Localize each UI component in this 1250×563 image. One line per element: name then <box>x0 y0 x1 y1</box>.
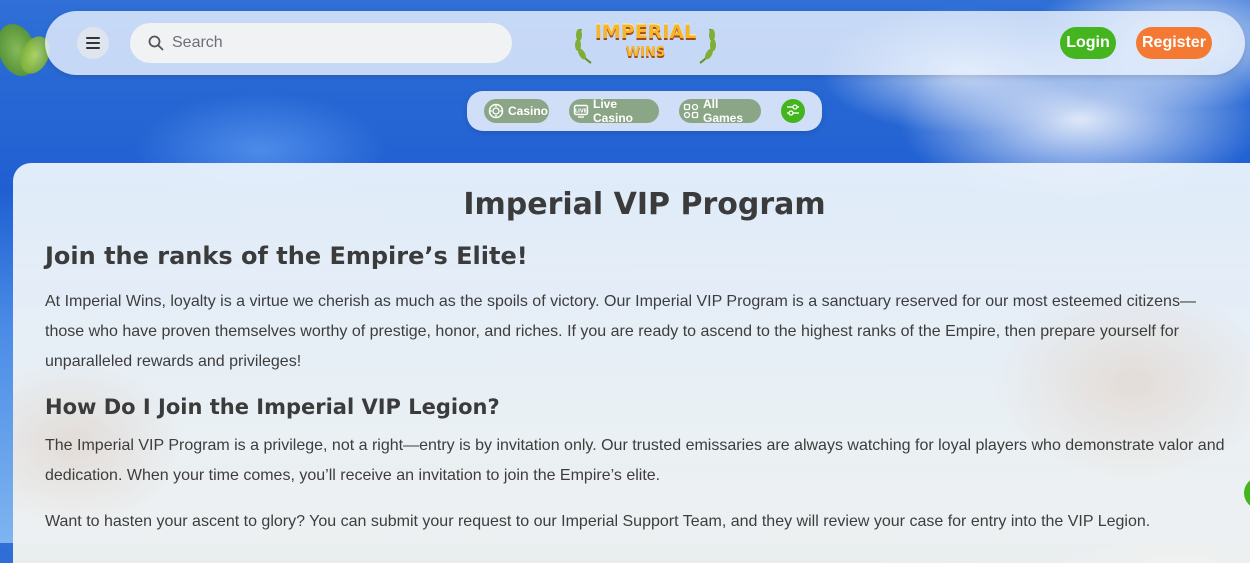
section-paragraph-1: The Imperial VIP Program is a privilege,… <box>45 437 1225 484</box>
casino-chip-icon <box>488 103 504 119</box>
login-button[interactable]: Login <box>1060 27 1116 59</box>
hamburger-icon <box>86 34 100 53</box>
subtitle-heading: Join the ranks of the Empire’s Elite! <box>45 242 528 270</box>
category-bar: Casino LIVE Live Casino All Games <box>467 91 822 131</box>
category-casino-label: Casino <box>508 104 549 118</box>
sliders-icon <box>786 102 800 121</box>
register-button[interactable]: Register <box>1136 27 1212 59</box>
logo-text-wins: WINS <box>625 45 666 60</box>
section-heading: How Do I Join the Imperial VIP Legion? <box>45 395 500 419</box>
laurel-right-icon <box>696 25 718 69</box>
section-paragraph-2: Want to hasten your ascent to glory? You… <box>45 513 1151 530</box>
live-tv-icon: LIVE <box>573 103 589 119</box>
filter-button[interactable] <box>781 99 805 123</box>
category-live-casino-label: Live Casino <box>593 97 634 125</box>
category-all-games[interactable]: All Games <box>679 97 761 125</box>
main-content: Imperial VIP Program Join the ranks of t… <box>13 163 1250 563</box>
site-logo[interactable]: IMPERIAL WINS <box>573 17 718 69</box>
page-title: Imperial VIP Program <box>463 187 826 222</box>
grid-icon <box>683 103 699 119</box>
svg-text:LIVE: LIVE <box>575 109 588 115</box>
category-casino[interactable]: Casino <box>484 99 549 123</box>
top-header: Search IMPERIAL WINS Login Register <box>45 11 1245 75</box>
logo-text-imperial: IMPERIAL <box>594 21 697 43</box>
intro-paragraph: At Imperial Wins, loyalty is a virtue we… <box>45 293 1196 370</box>
search-input[interactable]: Search <box>130 23 512 63</box>
category-all-games-label: All Games <box>703 97 744 125</box>
search-placeholder: Search <box>172 34 223 51</box>
menu-button[interactable] <box>77 27 109 59</box>
search-icon <box>148 35 164 51</box>
category-live-casino[interactable]: LIVE Live Casino <box>569 97 659 125</box>
